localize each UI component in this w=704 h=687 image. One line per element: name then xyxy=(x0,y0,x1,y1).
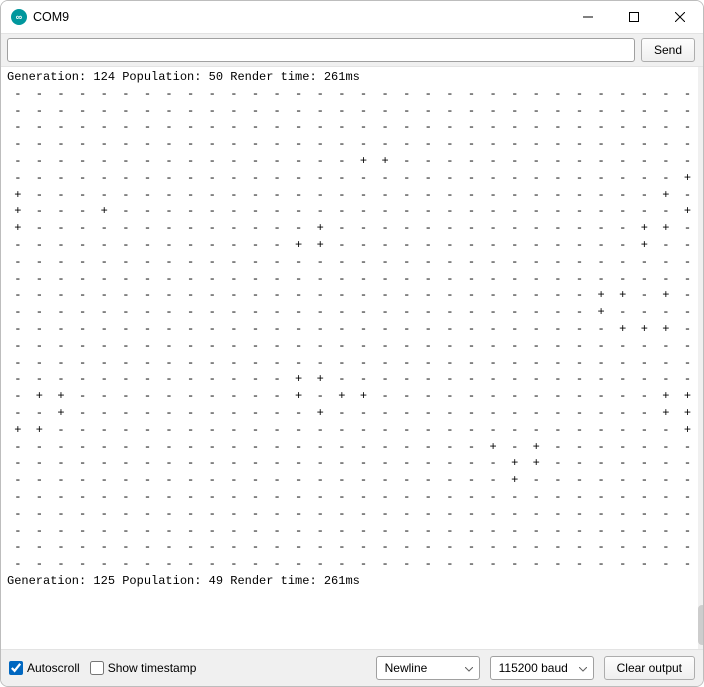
serial-monitor-window: ∞ COM9 Send Generation: 124 Population: … xyxy=(0,0,704,687)
window-title: COM9 xyxy=(33,10,69,24)
autoscroll-input[interactable] xyxy=(9,661,23,675)
app-icon: ∞ xyxy=(11,9,27,25)
maximize-icon xyxy=(629,12,639,22)
scroll-thumb[interactable] xyxy=(698,605,703,645)
send-row: Send xyxy=(1,33,703,67)
line-ending-select[interactable]: Newline xyxy=(376,656,480,680)
baud-value: 115200 baud xyxy=(499,661,568,675)
close-icon xyxy=(675,12,685,22)
baud-select[interactable]: 115200 baud xyxy=(490,656,594,680)
serial-input[interactable] xyxy=(7,38,635,62)
line-ending-value: Newline xyxy=(385,661,428,675)
autoscroll-checkbox[interactable]: Autoscroll xyxy=(9,661,80,675)
clear-output-button[interactable]: Clear output xyxy=(604,656,695,680)
maximize-button[interactable] xyxy=(611,1,657,33)
chevron-down-icon xyxy=(579,661,587,675)
timestamp-checkbox[interactable]: Show timestamp xyxy=(90,661,197,675)
console-output[interactable]: Generation: 124 Population: 50 Render ti… xyxy=(1,67,698,649)
timestamp-input[interactable] xyxy=(90,661,104,675)
console-area: Generation: 124 Population: 50 Render ti… xyxy=(1,67,703,649)
close-button[interactable] xyxy=(657,1,703,33)
timestamp-label: Show timestamp xyxy=(108,661,197,675)
vertical-scrollbar[interactable] xyxy=(698,67,703,649)
footer-bar: Autoscroll Show timestamp Newline 115200… xyxy=(1,649,703,686)
titlebar: ∞ COM9 xyxy=(1,1,703,33)
autoscroll-label: Autoscroll xyxy=(27,661,80,675)
minimize-icon xyxy=(583,12,593,22)
send-button[interactable]: Send xyxy=(641,38,695,62)
minimize-button[interactable] xyxy=(565,1,611,33)
chevron-down-icon xyxy=(465,661,473,675)
